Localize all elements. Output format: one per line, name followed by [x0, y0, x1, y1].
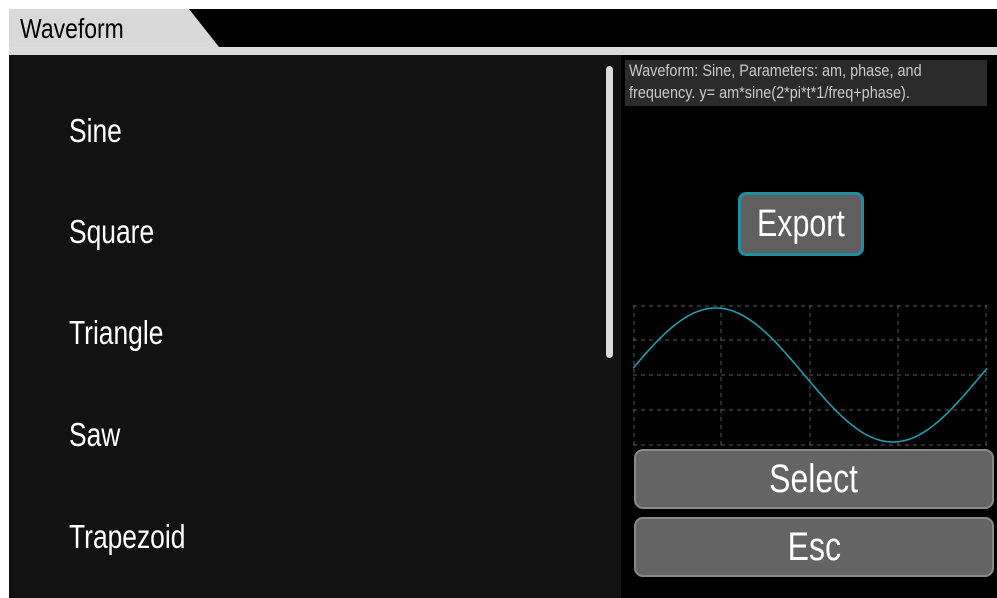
list-item-label: Triangle: [69, 314, 164, 351]
waveform-screen: Waveform Sine Square Triangle Saw Trapez…: [0, 0, 997, 598]
waveform-description: Waveform: Sine, Parameters: am, phase, a…: [625, 60, 987, 106]
waveform-preview: [633, 305, 987, 446]
esc-button[interactable]: Esc: [634, 517, 994, 577]
list-item-label: Square: [69, 213, 155, 250]
list-item-sine[interactable]: Sine: [42, 90, 586, 172]
description-line-1: Waveform: Sine, Parameters: am, phase, a…: [629, 61, 922, 80]
list-item-trapezoid[interactable]: Trapezoid: [42, 496, 586, 578]
select-button[interactable]: Select: [634, 449, 994, 509]
page-title: Waveform: [20, 13, 124, 44]
esc-button-label: Esc: [787, 524, 841, 569]
description-line-2: frequency. y= am*sine(2*pi*t*1/freq+phas…: [629, 83, 910, 102]
list-item-label: Sine: [69, 112, 122, 149]
list-item-label: Saw: [69, 416, 121, 453]
list-item-square[interactable]: Square: [42, 191, 586, 273]
title-divider: [9, 47, 997, 55]
export-button-label: Export: [757, 202, 845, 245]
list-item-label: Trapezoid: [69, 518, 186, 555]
list-scrollbar[interactable]: [606, 66, 613, 358]
export-button[interactable]: Export: [738, 192, 864, 256]
select-button-label: Select: [769, 456, 859, 501]
list-item-saw[interactable]: Saw: [42, 394, 586, 476]
list-item-triangle[interactable]: Triangle: [42, 292, 586, 374]
